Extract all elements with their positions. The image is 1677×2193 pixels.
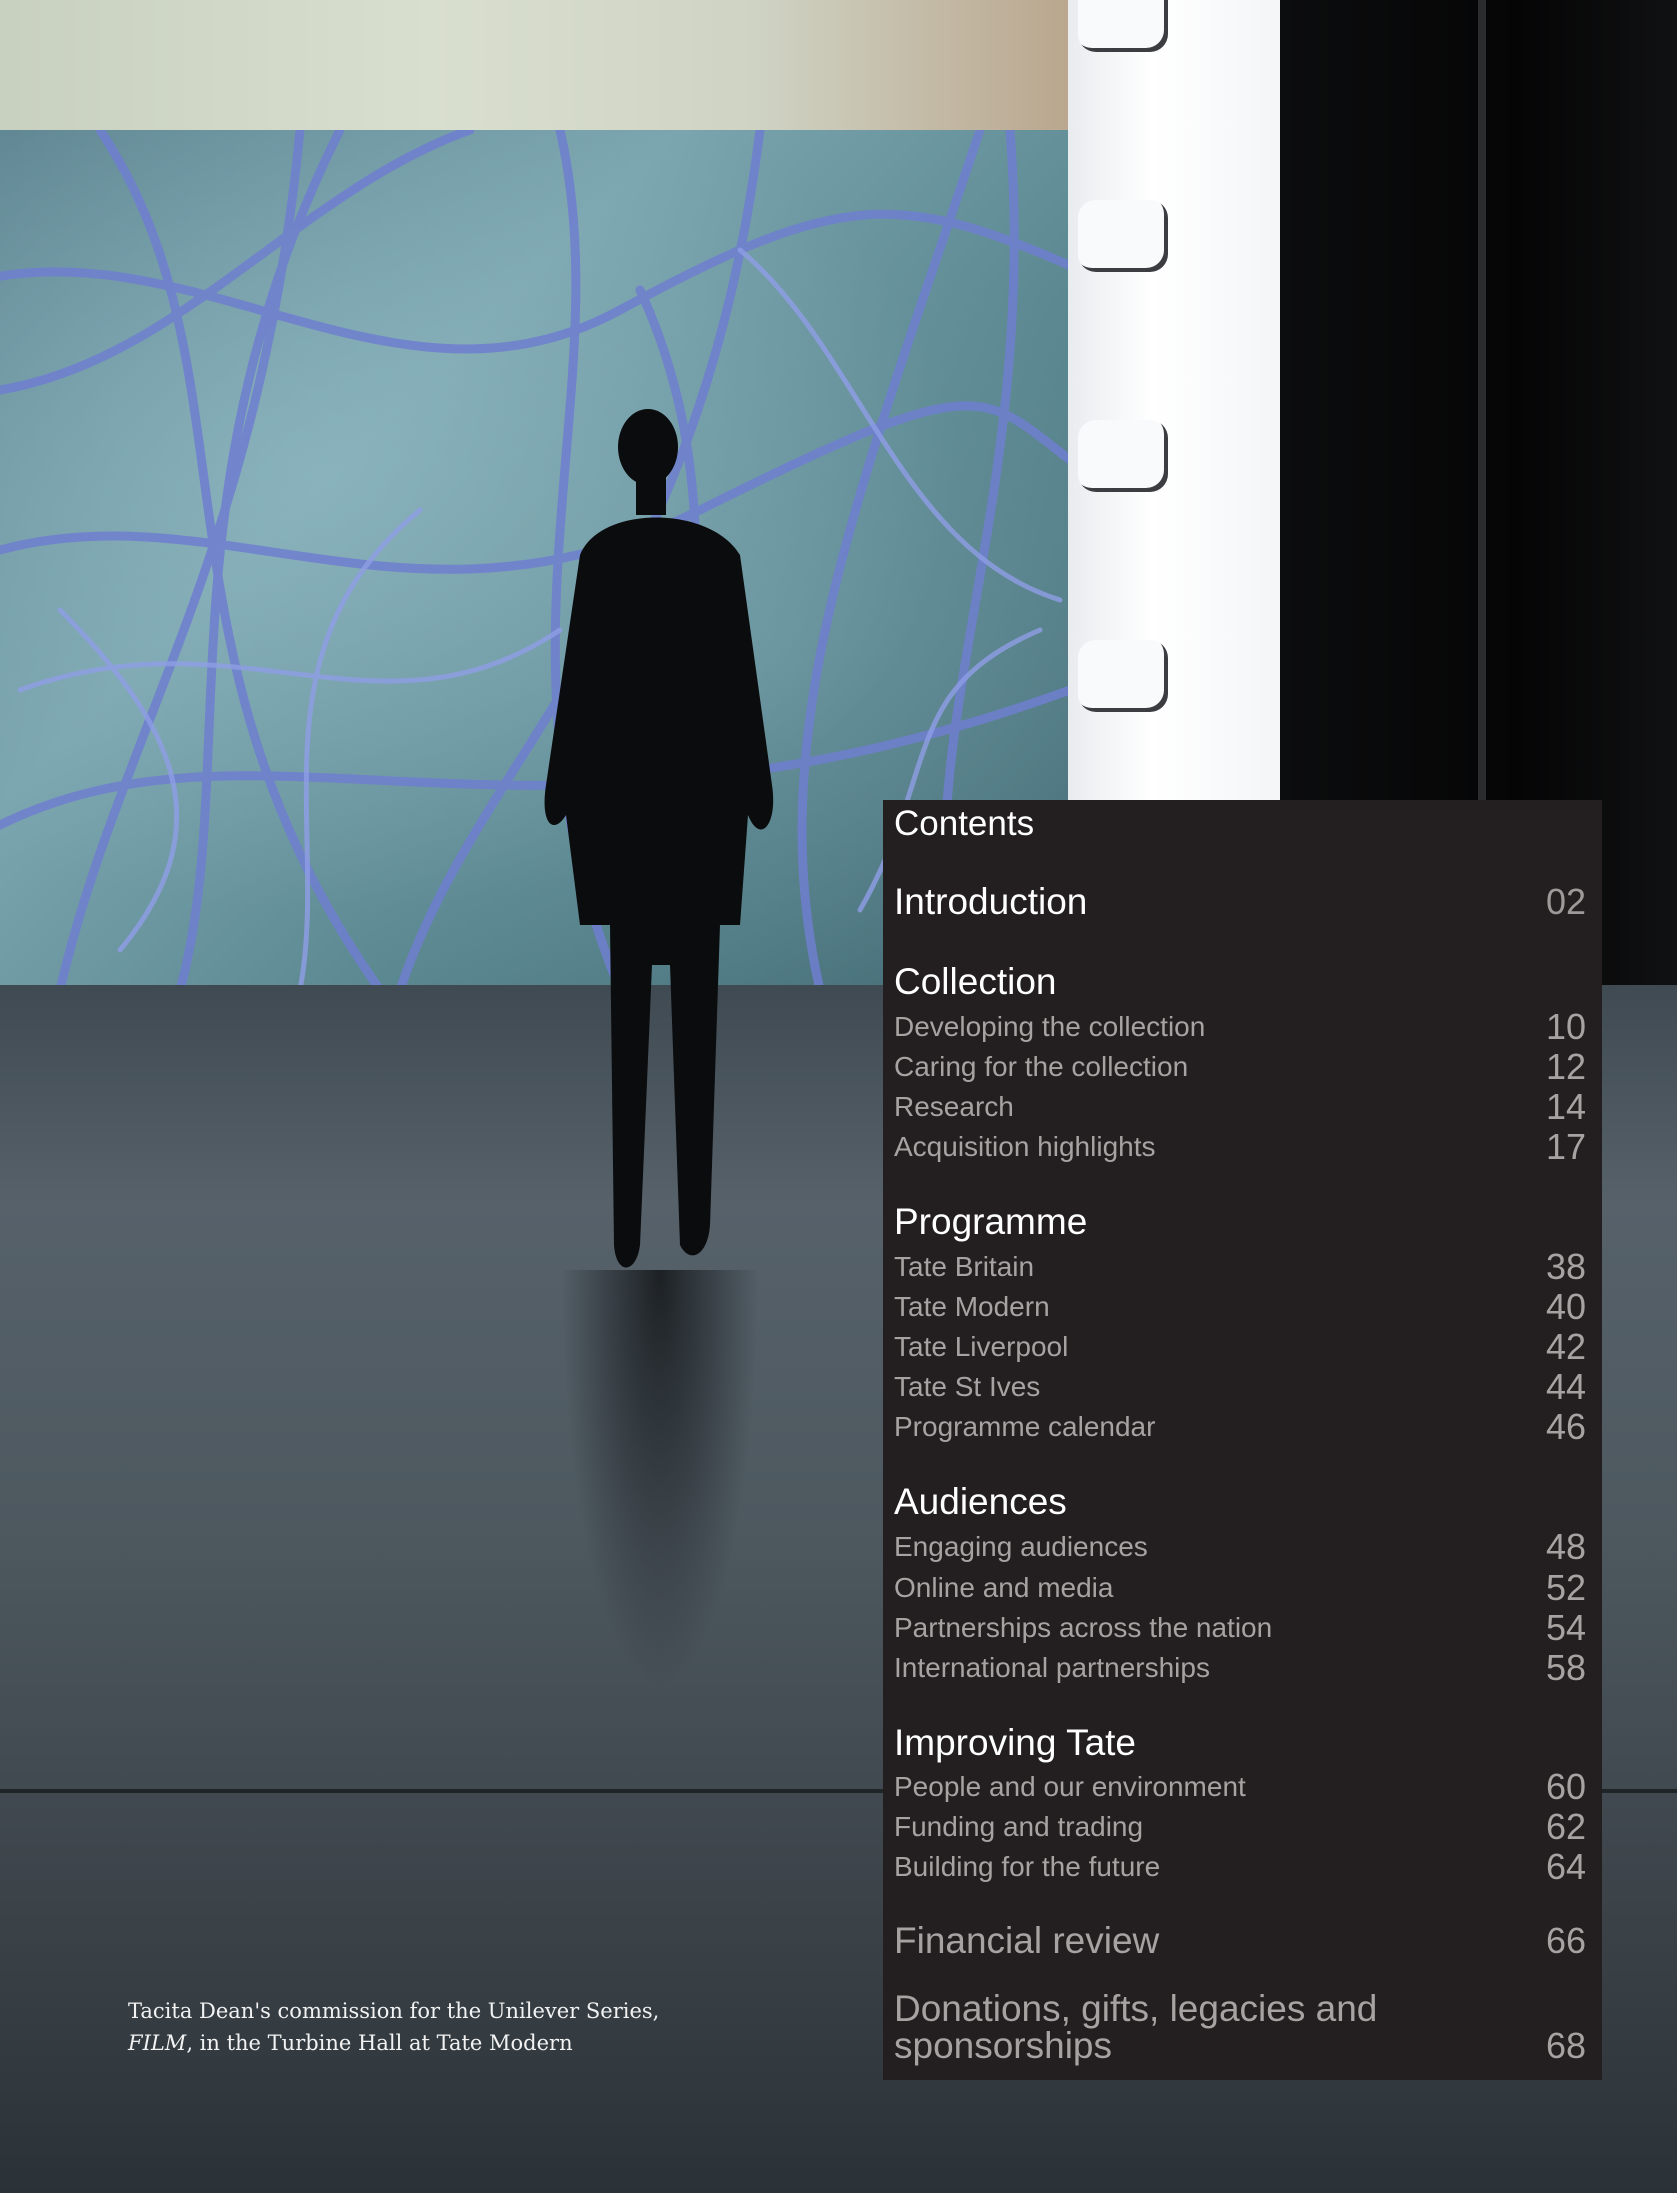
- toc-page-number: 60: [1545, 1766, 1586, 1807]
- caption-line-2-rest: , in the Turbine Hall at Tate Modern: [186, 2031, 573, 2055]
- toc-page-number: 46: [1545, 1406, 1586, 1447]
- toc-page-number: 54: [1545, 1607, 1586, 1648]
- toc-label: Engaging audiences: [894, 1531, 1148, 1562]
- figure-shadow: [560, 1270, 760, 1690]
- toc-page-number: 58: [1545, 1647, 1586, 1688]
- sprocket-hole: [1078, 420, 1168, 492]
- toc-label: Programme calendar: [894, 1411, 1156, 1442]
- section-heading-label: Improving Tate: [894, 1722, 1136, 1763]
- toc-page-number: 62: [1545, 1806, 1586, 1847]
- section-heading-label: Collection: [894, 961, 1057, 1002]
- toc-label: International partnerships: [894, 1652, 1210, 1683]
- sprocket-hole: [1078, 640, 1168, 712]
- caption-film-title: FILM: [128, 2031, 187, 2055]
- toc-label: People and our environment: [894, 1771, 1246, 1802]
- toc-label: Online and media: [894, 1572, 1114, 1603]
- photo-caption: Tacita Dean's commission for the Unileve…: [128, 1995, 748, 2059]
- toc-page-number: 42: [1545, 1326, 1586, 1367]
- toc-label: Funding and trading: [894, 1811, 1144, 1842]
- projection-upper-frame: [0, 0, 1080, 135]
- contents-panel: Contents Introduction 02 Collection Deve…: [883, 800, 1602, 2080]
- toc-label: Tate St Ives: [894, 1371, 1041, 1402]
- toc-page-number: 14: [1545, 1086, 1586, 1127]
- toc-label: Acquisition highlights: [894, 1131, 1156, 1162]
- toc-label: Tate Britain: [894, 1251, 1035, 1282]
- section-heading-label: Audiences: [894, 1481, 1067, 1522]
- toc-page-number: 64: [1545, 1846, 1586, 1887]
- hall-column: [1478, 0, 1486, 800]
- toc-page-number: 12: [1545, 1046, 1586, 1087]
- toc-page-number: 48: [1545, 1526, 1586, 1567]
- toc-label: Tate Liverpool: [894, 1331, 1069, 1362]
- toc-page-number: 66: [1545, 1920, 1586, 1961]
- toc-page-number: 38: [1545, 1246, 1586, 1287]
- toc-page-number: 02: [1545, 881, 1586, 922]
- toc-label: Donations, gifts, legacies and sponsorsh…: [894, 1988, 1378, 2066]
- walking-figure-silhouette: [544, 409, 774, 1268]
- toc-label: Developing the collection: [894, 1011, 1206, 1042]
- caption-line-1: Tacita Dean's commission for the Unileve…: [128, 1999, 660, 2023]
- toc-label: Caring for the collection: [894, 1051, 1189, 1082]
- film-strip-edge: [1068, 0, 1283, 800]
- toc-label: Financial review: [894, 1920, 1160, 1961]
- toc-label: Building for the future: [894, 1851, 1161, 1882]
- caption-line-2: FILM, in the Turbine Hall at Tate Modern: [128, 2027, 748, 2059]
- toc-page-number: 44: [1545, 1366, 1586, 1407]
- toc-page-number: 17: [1545, 1126, 1586, 1167]
- toc-page-number: 52: [1545, 1567, 1586, 1608]
- section-heading-label: Programme: [894, 1201, 1088, 1242]
- toc-label: Introduction: [894, 881, 1088, 922]
- toc-page-number: 40: [1545, 1286, 1586, 1327]
- sprocket-hole: [1078, 200, 1168, 272]
- contents-title: Contents: [894, 804, 1035, 843]
- toc-label: Research: [894, 1091, 1014, 1122]
- toc-page-number: 68: [1545, 2025, 1586, 2066]
- sprocket-hole: [1078, 0, 1168, 52]
- toc-label: Partnerships across the nation: [894, 1612, 1273, 1643]
- toc-label: Tate Modern: [894, 1291, 1050, 1322]
- toc-page-number: 10: [1545, 1006, 1586, 1047]
